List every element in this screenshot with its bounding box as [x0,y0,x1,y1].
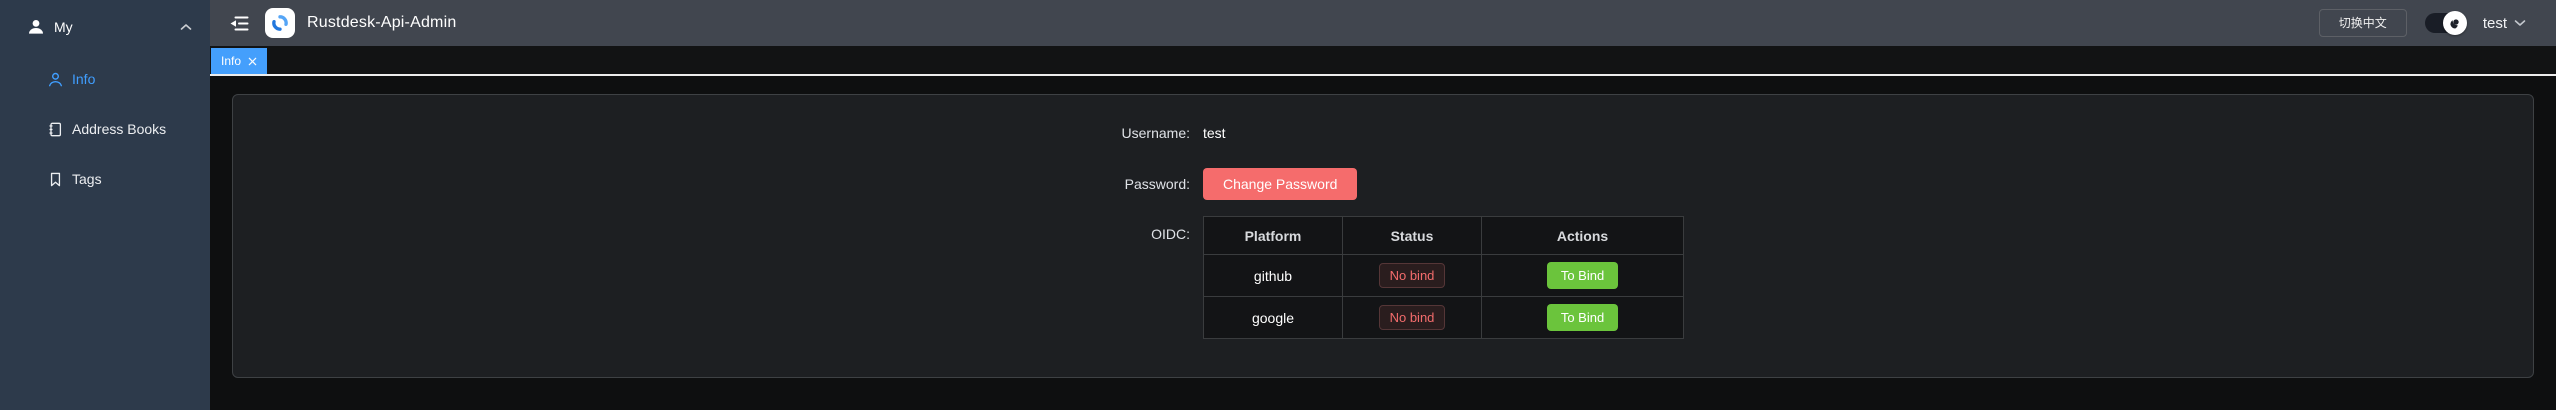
to-bind-button[interactable]: To Bind [1547,304,1618,331]
password-row: Password: Change Password [993,168,1684,200]
oidc-row: OIDC: Platform Status Actions github [993,216,1684,339]
tab-bar: Info [210,46,2556,76]
sidebar-item-label: Address Books [72,121,166,137]
user-filled-icon [28,19,44,35]
sidebar-item-label: Tags [72,171,102,187]
main-content: Username: test Password: Change Password… [210,78,2556,410]
tab-info[interactable]: Info [211,48,267,74]
table-header-row: Platform Status Actions [1204,217,1684,255]
username-row: Username: test [993,118,1684,148]
sidebar-nav: Info Address Books Tags [0,54,210,204]
top-header: Rustdesk-Api-Admin 切换中文 test [210,0,2556,46]
sidebar-item-label: Info [72,71,95,87]
chevron-up-icon [180,23,192,31]
rustdesk-logo-icon [265,8,295,38]
actions-cell: To Bind [1482,297,1684,339]
username-label: Username: [993,125,1203,141]
user-outline-icon [48,72,63,87]
status-badge: No bind [1379,263,1446,289]
username-value: test [1203,125,1226,141]
dark-mode-toggle[interactable] [2425,13,2465,33]
sidebar-group-label: My [54,19,73,35]
sidebar-item-tags[interactable]: Tags [0,154,210,204]
sidebar-item-info[interactable]: Info [0,54,210,104]
status-cell: No bind [1343,255,1482,297]
user-menu[interactable]: test [2483,15,2526,32]
password-label: Password: [993,176,1203,192]
tab-label: Info [221,54,241,68]
app-title: Rustdesk-Api-Admin [307,14,456,32]
column-header-status: Status [1343,217,1482,255]
table-row: github No bind To Bind [1204,255,1684,297]
platform-cell: google [1204,297,1343,339]
actions-cell: To Bind [1482,255,1684,297]
menu-fold-icon[interactable] [230,16,249,31]
platform-cell: github [1204,255,1343,297]
sidebar-group-my[interactable]: My [0,0,210,54]
chevron-down-icon [2514,19,2526,27]
bookmark-icon [48,172,63,187]
column-header-platform: Platform [1204,217,1343,255]
sidebar: My Info Address Books Tags [0,0,210,410]
header-actions: 切换中文 test [2319,9,2526,37]
moon-icon [2443,11,2467,35]
table-row: google No bind To Bind [1204,297,1684,339]
user-name: test [2483,15,2507,32]
change-password-button[interactable]: Change Password [1203,168,1357,200]
notebook-icon [48,122,63,137]
column-header-actions: Actions [1482,217,1684,255]
oidc-table: Platform Status Actions github No bind [1203,216,1684,339]
switch-language-button[interactable]: 切换中文 [2319,9,2407,37]
user-info-form: Username: test Password: Change Password… [993,118,1684,339]
sidebar-item-address-books[interactable]: Address Books [0,104,210,154]
status-cell: No bind [1343,297,1482,339]
oidc-label: OIDC: [993,216,1203,242]
close-icon[interactable] [248,57,257,66]
info-card: Username: test Password: Change Password… [232,94,2534,378]
status-badge: No bind [1379,305,1446,331]
to-bind-button[interactable]: To Bind [1547,262,1618,289]
